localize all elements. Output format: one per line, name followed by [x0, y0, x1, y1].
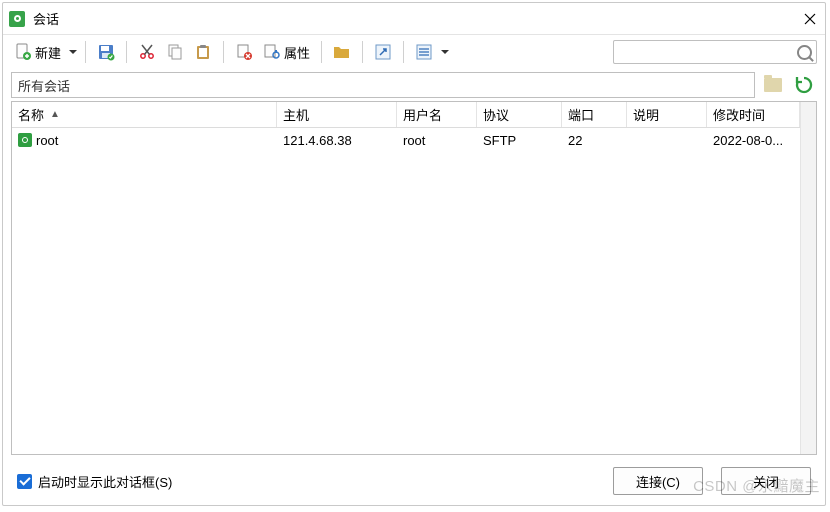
list-view-icon — [415, 43, 433, 61]
save-icon — [97, 43, 115, 61]
cell-port: 22 — [568, 133, 582, 148]
paste-icon — [194, 43, 212, 61]
properties-button[interactable]: 属性 — [260, 40, 313, 64]
cell-proto: SFTP — [483, 133, 516, 148]
col-name[interactable]: 名称▲ — [12, 102, 277, 127]
delete-button[interactable] — [232, 40, 256, 64]
cut-button[interactable] — [135, 40, 159, 64]
startup-checkbox[interactable] — [17, 474, 32, 489]
col-proto[interactable]: 协议 — [477, 102, 562, 127]
table-header: 名称▲ 主机 用户名 协议 端口 说明 修改时间 — [12, 102, 800, 128]
folder-icon — [333, 44, 351, 60]
path-bar: 所有会话 — [3, 69, 825, 101]
toolbar-separator — [321, 41, 322, 63]
cell-host: 121.4.68.38 — [283, 133, 352, 148]
app-icon — [9, 11, 25, 27]
close-icon[interactable] — [801, 10, 819, 28]
window-title: 会话 — [33, 9, 59, 28]
scissors-icon — [138, 43, 156, 61]
folder-button[interactable] — [330, 40, 354, 64]
col-host[interactable]: 主机 — [277, 102, 397, 127]
new-button[interactable]: 新建 — [11, 40, 64, 64]
search-input[interactable] — [618, 44, 797, 60]
save-button[interactable] — [94, 40, 118, 64]
paste-button[interactable] — [191, 40, 215, 64]
path-text: 所有会话 — [18, 76, 70, 95]
toolbar-separator — [126, 41, 127, 63]
toolbar: 新建 — [3, 35, 825, 69]
vertical-scrollbar[interactable] — [800, 102, 816, 454]
session-icon — [18, 133, 32, 147]
toolbar-separator — [403, 41, 404, 63]
col-port[interactable]: 端口 — [562, 102, 627, 127]
sort-asc-icon: ▲ — [50, 109, 60, 120]
properties-icon — [263, 43, 281, 61]
startup-checkbox-label[interactable]: 启动时显示此对话框(S) — [38, 472, 172, 491]
toolbar-separator — [223, 41, 224, 63]
view-button[interactable] — [412, 40, 436, 64]
shortcut-button[interactable] — [371, 40, 395, 64]
cell-mtime: 2022-08-0... — [713, 133, 783, 148]
open-folder-icon — [764, 78, 782, 92]
shortcut-icon — [374, 43, 392, 61]
search-input-wrap[interactable] — [613, 40, 817, 64]
col-desc[interactable]: 说明 — [627, 102, 707, 127]
document-plus-icon — [14, 43, 32, 61]
new-dropdown-arrow-icon[interactable] — [68, 41, 77, 63]
toolbar-separator — [85, 41, 86, 63]
col-mtime[interactable]: 修改时间 — [707, 102, 800, 127]
cell-user: root — [403, 133, 425, 148]
table-row[interactable]: root 121.4.68.38 root SFTP 22 2022-08-0.… — [12, 128, 800, 152]
toolbar-separator — [362, 41, 363, 63]
close-button[interactable]: 关闭 — [721, 467, 811, 495]
new-button-label: 新建 — [35, 43, 61, 62]
titlebar: 会话 — [3, 3, 825, 35]
view-dropdown-arrow-icon[interactable] — [440, 41, 449, 63]
cell-name: root — [36, 133, 58, 148]
path-input[interactable]: 所有会话 — [11, 72, 755, 98]
col-user[interactable]: 用户名 — [397, 102, 477, 127]
copy-button[interactable] — [163, 40, 187, 64]
table-body: root 121.4.68.38 root SFTP 22 2022-08-0.… — [12, 128, 800, 454]
session-list: 名称▲ 主机 用户名 协议 端口 说明 修改时间 root 121.4.68.3… — [11, 101, 817, 455]
delete-icon — [235, 43, 253, 61]
properties-button-label: 属性 — [284, 43, 310, 62]
copy-icon — [166, 43, 184, 61]
refresh-icon — [794, 75, 814, 95]
search-icon[interactable] — [797, 45, 812, 60]
refresh-button[interactable] — [791, 73, 817, 97]
footer: 启动时显示此对话框(S) 连接(C) 关闭 — [3, 461, 825, 505]
window: 会话 新建 — [2, 2, 826, 506]
open-folder-button[interactable] — [761, 73, 785, 97]
connect-button[interactable]: 连接(C) — [613, 467, 703, 495]
